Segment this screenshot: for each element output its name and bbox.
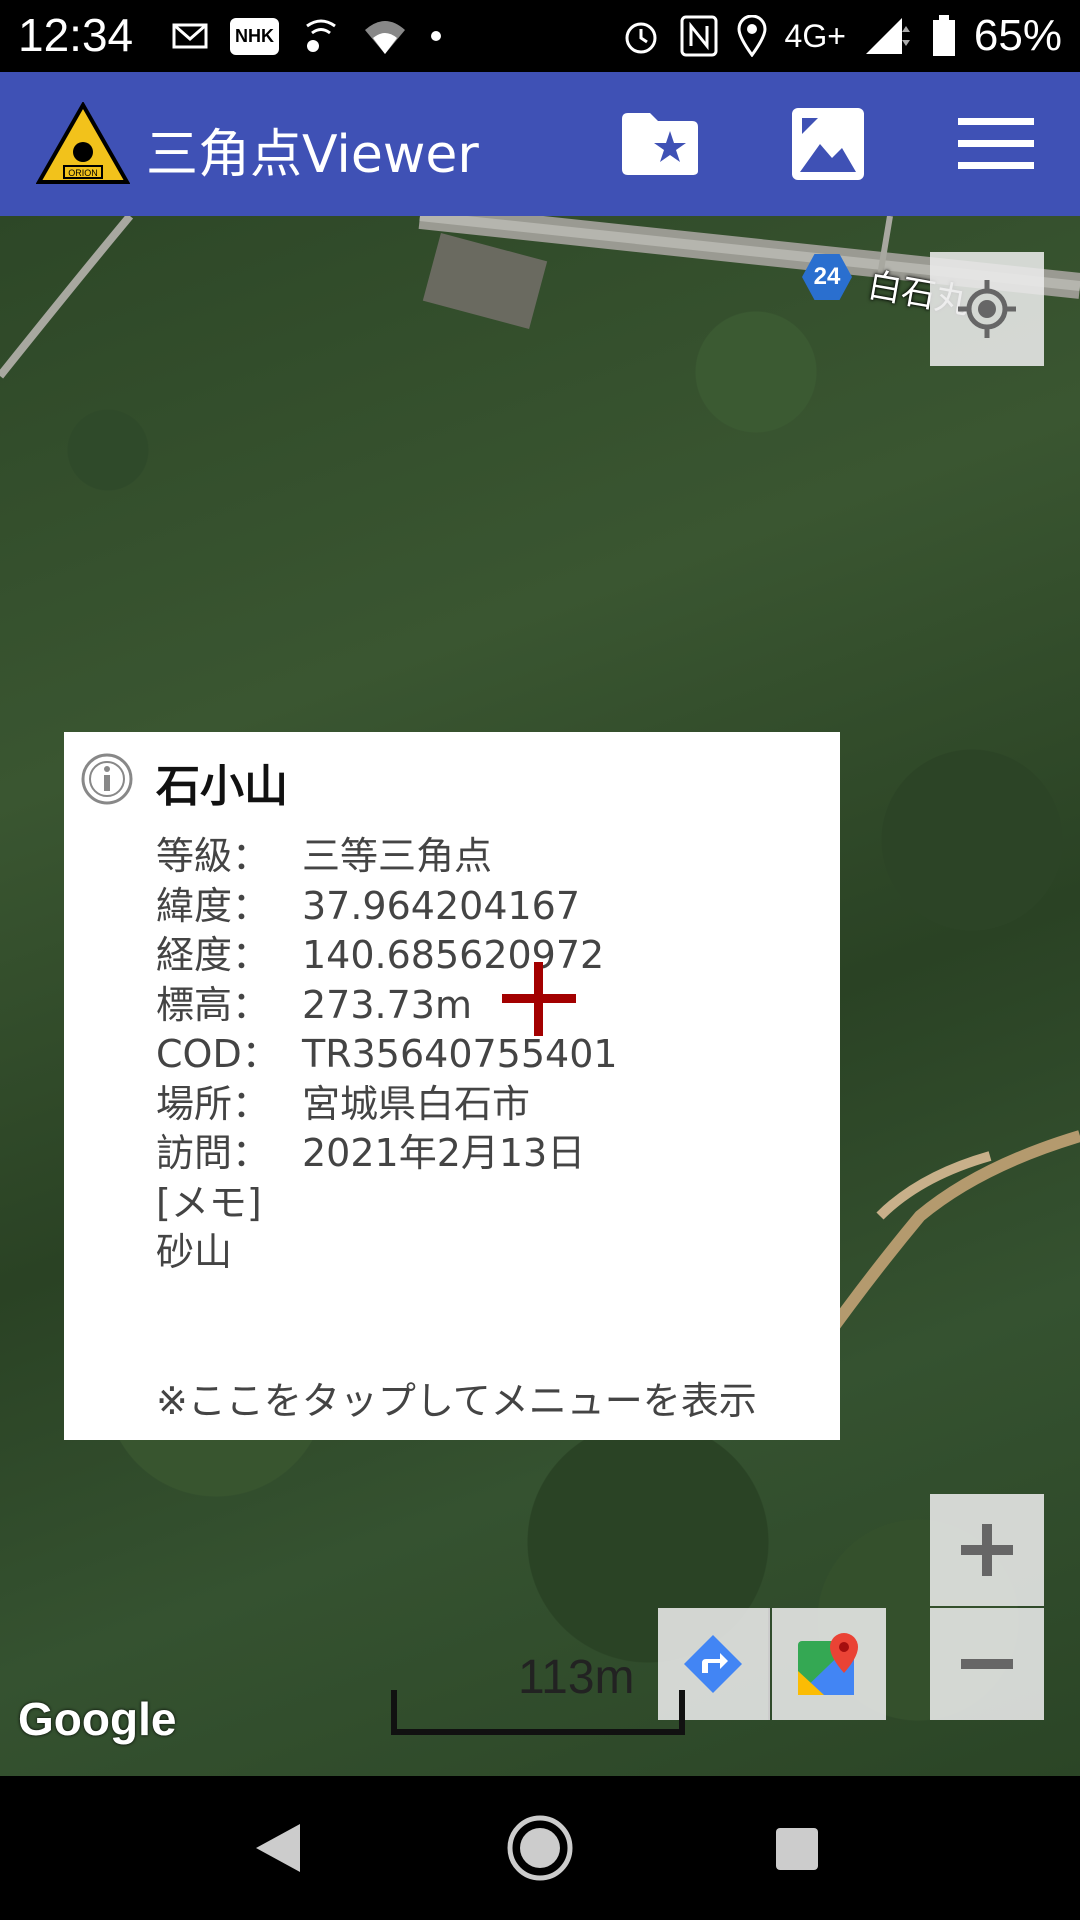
- zoom-in-button[interactable]: [930, 1494, 1044, 1606]
- status-bar: 12:34 NHK 4G+ 65%: [0, 0, 1080, 72]
- grade-value: 三等三角点: [302, 834, 493, 878]
- crosshair-target-icon: [958, 280, 1016, 338]
- memo-text: 砂山: [156, 1230, 233, 1274]
- app-title: 三角点Viewer: [146, 125, 479, 185]
- point-name: 石小山: [156, 761, 288, 812]
- zoom-out-button[interactable]: [930, 1608, 1044, 1720]
- wifi-icon: [365, 21, 405, 54]
- plus-icon: [961, 1524, 1013, 1576]
- longitude-label: 経度：: [156, 933, 271, 977]
- grade-label: 等級：: [156, 834, 271, 878]
- recents-button-icon[interactable]: [774, 1826, 820, 1872]
- app-bar: ORION 三角点Viewer: [0, 72, 1080, 216]
- home-button-icon[interactable]: [506, 1814, 574, 1882]
- location-value: 宮城県白石市: [302, 1081, 531, 1126]
- center-crosshair-icon: [502, 962, 576, 1036]
- menu-icon: [958, 118, 1034, 169]
- notification-icons: NHK: [172, 10, 443, 62]
- wifi-calling-icon: [306, 19, 336, 52]
- info-icon: [81, 753, 133, 805]
- latitude-value: 37.964204167: [302, 883, 581, 928]
- info-row-grade: 等級： 三等三角点: [156, 832, 618, 882]
- cod-label: COD：: [156, 1032, 280, 1076]
- elevation-label: 標高：: [156, 982, 271, 1027]
- cod-value: TR35640755401: [302, 1032, 618, 1076]
- scale-label: 113m: [518, 1651, 635, 1704]
- alarm-icon: [625, 22, 657, 54]
- orion-logo-icon[interactable]: ORION: [36, 102, 130, 186]
- status-right: 4G+ 65%: [621, 8, 1062, 64]
- directions-icon: [684, 1635, 742, 1693]
- info-row-location: 場所： 宮城県白石市: [156, 1080, 618, 1130]
- location-icon: [737, 15, 767, 57]
- google-maps-button[interactable]: [772, 1608, 886, 1720]
- status-time: 12:34: [18, 9, 134, 61]
- elevation-value: 273.73m: [302, 982, 472, 1027]
- minus-icon: [961, 1659, 1013, 1669]
- menu-button[interactable]: [956, 106, 1036, 182]
- info-row-visit: 訪問： 2021年2月13日: [156, 1129, 618, 1179]
- my-location-button[interactable]: [930, 252, 1044, 366]
- system-nav-bar: [0, 1776, 1080, 1920]
- location-label: 場所：: [156, 1081, 271, 1126]
- back-button-icon[interactable]: [254, 1822, 302, 1874]
- dot-icon: [431, 31, 441, 41]
- info-row-cod: COD： TR35640755401: [156, 1030, 618, 1080]
- network-type: 4G+: [784, 17, 846, 54]
- battery-level: 65%: [973, 11, 1062, 60]
- battery-icon: [932, 15, 955, 56]
- google-maps-icon: [798, 1633, 858, 1695]
- google-logo: Google: [18, 1693, 177, 1745]
- signal-icon: [865, 18, 910, 54]
- visit-value: 2021年2月13日: [302, 1131, 586, 1175]
- latitude-label: 緯度：: [156, 883, 271, 928]
- folder-star-icon: [622, 113, 698, 175]
- nfc-icon: [680, 15, 718, 57]
- favorites-folder-button[interactable]: [620, 106, 700, 182]
- image-icon: [792, 108, 864, 180]
- info-row-latitude: 緯度： 37.964204167: [156, 882, 618, 932]
- svg-text:ORION: ORION: [68, 168, 98, 178]
- info-details: 等級： 三等三角点 緯度： 37.964204167 経度： 140.68562097…: [156, 832, 618, 1278]
- memo-label: [メモ]: [156, 1180, 262, 1225]
- mail-notification-icon: [172, 23, 208, 49]
- nhk-icon: NHK: [230, 17, 279, 55]
- tap-menu-hint[interactable]: ※ここをタップしてメニューを表示: [156, 1370, 757, 1425]
- info-window[interactable]: 石小山 等級： 三等三角点 緯度： 37.964204167 経度： 140.6856…: [64, 732, 840, 1440]
- image-button[interactable]: [788, 106, 868, 182]
- visit-label: 訪問：: [156, 1131, 271, 1175]
